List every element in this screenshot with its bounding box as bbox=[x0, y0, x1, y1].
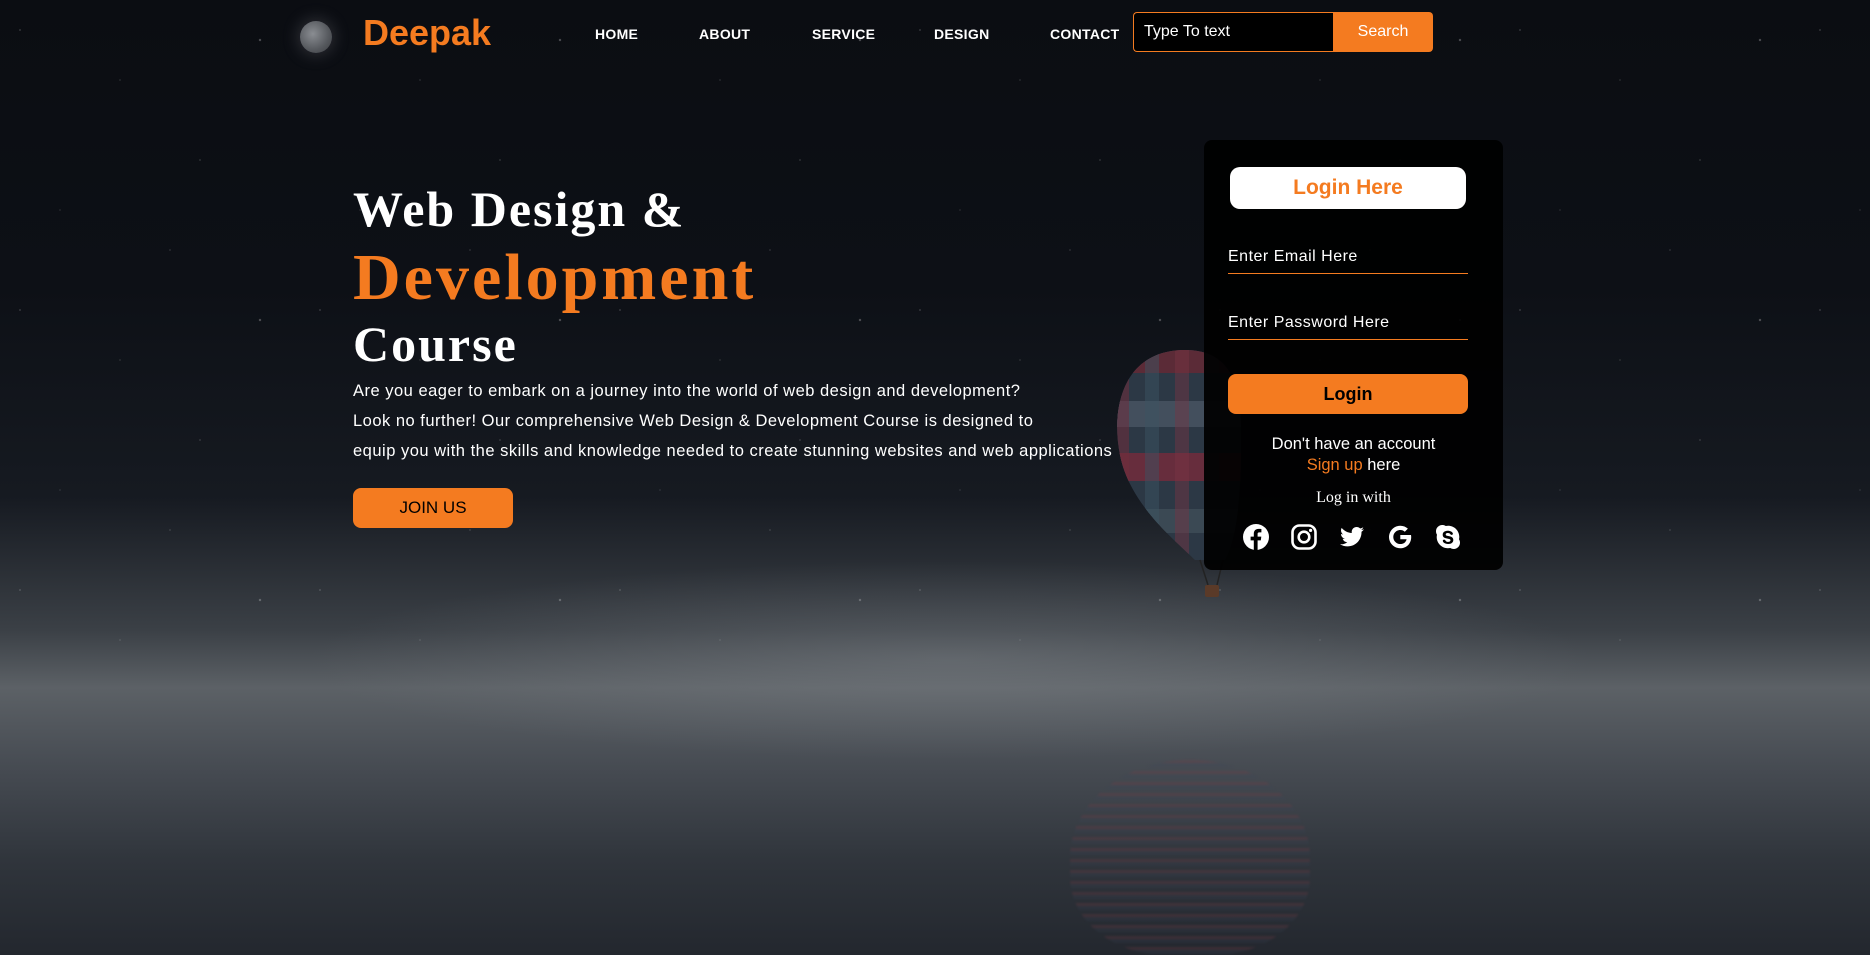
nav-item-service[interactable]: SERVICE bbox=[812, 26, 875, 42]
hero-title-line1: Web Design & bbox=[353, 181, 686, 237]
email-field[interactable] bbox=[1228, 240, 1468, 274]
nav-item-about[interactable]: ABOUT bbox=[699, 26, 750, 42]
google-icon[interactable] bbox=[1386, 523, 1414, 551]
hero-title-line3: Course bbox=[353, 316, 518, 372]
join-us-button[interactable]: JOIN US bbox=[353, 488, 513, 528]
search-input[interactable] bbox=[1133, 12, 1333, 52]
nav-item-home[interactable]: HOME bbox=[595, 26, 638, 42]
password-field[interactable] bbox=[1228, 306, 1468, 340]
horizon-haze bbox=[300, 560, 1600, 760]
moon-logo-icon bbox=[300, 21, 332, 53]
login-button[interactable]: Login bbox=[1228, 374, 1468, 414]
hero-title-line2: Development bbox=[353, 241, 757, 314]
hero-description-line: equip you with the skills and knowledge … bbox=[353, 442, 1113, 460]
nav-item-design[interactable]: DESIGN bbox=[934, 26, 989, 42]
facebook-icon[interactable] bbox=[1242, 523, 1270, 551]
signup-line: Sign up here bbox=[1204, 455, 1503, 476]
no-account-text: Don't have an account bbox=[1271, 435, 1436, 453]
signup-suffix: here bbox=[1362, 456, 1401, 474]
page: Deepak HOME ABOUT SERVICE DESIGN CONTACT… bbox=[0, 0, 1870, 955]
signup-link[interactable]: Sign up bbox=[1307, 456, 1363, 474]
water-reflection bbox=[1070, 760, 1310, 955]
social-login-icons bbox=[1242, 523, 1462, 551]
instagram-icon[interactable] bbox=[1290, 523, 1318, 551]
hero-description-line: Look no further! Our comprehensive Web D… bbox=[353, 412, 1034, 430]
skype-icon[interactable] bbox=[1434, 523, 1462, 551]
login-with-label: Log in with bbox=[1316, 489, 1391, 506]
hero-description: Are you eager to embark on a journey int… bbox=[353, 376, 1173, 466]
login-card-title: Login Here bbox=[1230, 167, 1466, 209]
twitter-icon[interactable] bbox=[1338, 523, 1366, 551]
search-button[interactable]: Search bbox=[1333, 12, 1433, 52]
brand-name: Deepak bbox=[363, 12, 492, 53]
hero-description-line: Are you eager to embark on a journey int… bbox=[353, 382, 1021, 400]
nav-item-contact[interactable]: CONTACT bbox=[1050, 26, 1120, 42]
signup-prompt: Don't have an account Sign up here bbox=[1204, 434, 1503, 476]
login-card: Login Here Login Don't have an account S… bbox=[1204, 140, 1503, 570]
